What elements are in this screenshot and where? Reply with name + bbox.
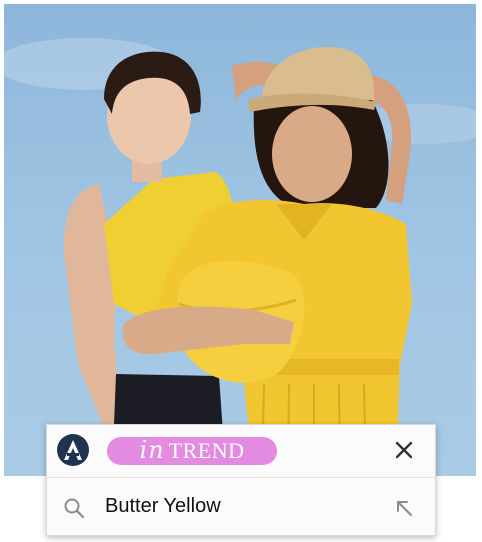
arrow-up-left-icon[interactable] xyxy=(393,497,415,519)
hero-photo xyxy=(4,4,476,476)
search-card: in TREND Butter Yellow xyxy=(46,424,436,536)
search-query[interactable]: Butter Yellow xyxy=(105,495,221,518)
search-icon xyxy=(64,498,85,519)
in-trend-badge: in TREND xyxy=(107,436,277,465)
a-logo-icon[interactable] xyxy=(56,433,90,467)
close-button[interactable] xyxy=(391,437,417,463)
trend-badge-prefix: in xyxy=(139,436,165,464)
search-card-header: in TREND xyxy=(47,425,435,478)
trend-badge-word: TREND xyxy=(168,438,245,463)
search-row[interactable]: Butter Yellow xyxy=(47,478,435,536)
close-icon xyxy=(395,441,413,459)
fashion-photo-illustration xyxy=(4,38,476,476)
